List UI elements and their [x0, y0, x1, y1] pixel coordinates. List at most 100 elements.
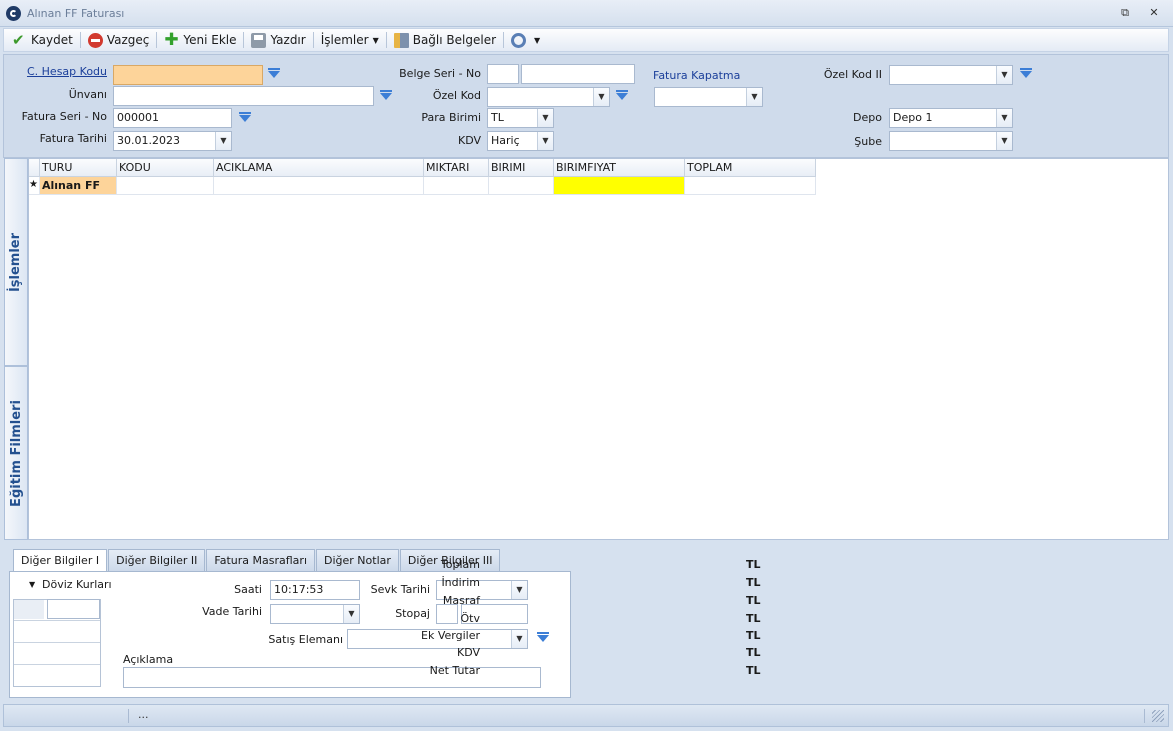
column-header[interactable]: TOPLAM	[685, 159, 816, 177]
stoppage-label: Stopaj	[395, 607, 430, 620]
invoice-closing-field[interactable]: ▼	[654, 87, 763, 107]
filter-icon[interactable]	[616, 90, 628, 100]
filter-icon[interactable]	[1020, 68, 1032, 78]
invoice-closing-link[interactable]: Fatura Kapatma	[653, 69, 740, 82]
invoice-serial-field[interactable]: 000001	[113, 108, 232, 128]
doc-serial-field[interactable]	[487, 64, 519, 84]
resize-grip-icon[interactable]	[1152, 710, 1164, 722]
print-button[interactable]: Yazdır	[247, 30, 309, 50]
collapse-arrow-icon[interactable]: ▼	[29, 580, 35, 589]
tab-invoice-expenses[interactable]: Fatura Masrafları	[206, 549, 315, 572]
tab-operations[interactable]: İşlemler	[4, 158, 28, 366]
branch-label: Şube	[854, 135, 882, 148]
currency-value: TL	[491, 111, 504, 124]
description-cell[interactable]	[214, 177, 424, 194]
caret-down-icon: ▼	[534, 35, 541, 45]
exchange-rates-grid[interactable]	[13, 599, 101, 687]
plus-icon: ✚	[164, 29, 179, 50]
column-header[interactable]: BIRIMI	[489, 159, 554, 177]
quantity-cell[interactable]	[424, 177, 489, 194]
doc-number-field[interactable]	[521, 64, 635, 84]
close-icon[interactable]: ✕	[1147, 6, 1161, 20]
otv-unit: TL	[746, 612, 761, 625]
invoice-lines-grid[interactable]: TURU KODU ACIKLAMA MIKTARI BIRIMI BIRIMF…	[28, 158, 1169, 540]
chevron-down-icon[interactable]: ▼	[996, 66, 1012, 84]
status-text: ...	[138, 708, 149, 721]
special-code-field[interactable]: ▼	[487, 87, 610, 107]
side-tabs: İşlemler Eğitim Filmleri	[3, 158, 28, 540]
invoice-date-field[interactable]: 30.01.2023 ▼	[113, 131, 232, 151]
vat-value: Hariç	[491, 134, 520, 147]
status-separator	[1144, 709, 1145, 723]
unit-cell[interactable]	[489, 177, 554, 194]
code-cell[interactable]	[117, 177, 214, 194]
status-bar: ...	[3, 704, 1169, 727]
chevron-down-icon[interactable]: ▼	[996, 132, 1012, 150]
column-header[interactable]: ACIKLAMA	[214, 159, 424, 177]
warehouse-value: Depo 1	[893, 111, 933, 124]
title-field[interactable]	[113, 86, 374, 106]
column-header[interactable]: BIRIMFIYAT	[554, 159, 685, 177]
branch-field[interactable]: ▼	[889, 131, 1013, 151]
description-label: Açıklama	[123, 653, 174, 666]
type-cell[interactable]: Alınan FF	[40, 177, 117, 194]
net-total-label: Net Tutar	[429, 664, 480, 677]
chevron-down-icon[interactable]: ▼	[537, 109, 553, 127]
column-header[interactable]: KODU	[117, 159, 214, 177]
exchange-rate-input[interactable]	[47, 599, 100, 619]
tab-other-info-2[interactable]: Diğer Bilgiler II	[108, 549, 206, 572]
tab-other-notes[interactable]: Diğer Notlar	[316, 549, 399, 572]
chevron-down-icon[interactable]: ▼	[537, 132, 553, 150]
vat-field[interactable]: Hariç ▼	[487, 131, 554, 151]
currency-field[interactable]: TL ▼	[487, 108, 554, 128]
column-header[interactable]: MIKTARI	[424, 159, 489, 177]
filter-icon[interactable]	[239, 112, 251, 122]
account-code-link[interactable]: C. Hesap Kodu	[27, 65, 107, 78]
table-row[interactable]: ★ Alınan FF	[29, 177, 816, 195]
cancel-button[interactable]: Vazgeç	[84, 30, 154, 50]
exchange-rates-label[interactable]: Döviz Kurları	[42, 578, 112, 591]
toolbar-separator	[385, 32, 387, 48]
new-label: Yeni Ekle	[183, 33, 237, 47]
restore-icon[interactable]: ⧉	[1118, 6, 1132, 20]
title-bar: Alınan FF Faturası ⧉ ✕	[0, 0, 1173, 27]
chevron-down-icon[interactable]: ▼	[746, 88, 762, 106]
options-menu[interactable]: ▼	[507, 30, 544, 50]
column-header[interactable]: TURU	[40, 159, 117, 177]
invoice-header-panel: C. Hesap Kodu Ünvanı Fatura Seri - No 00…	[3, 54, 1169, 158]
total-cell[interactable]	[685, 177, 816, 194]
window-title: Alınan FF Faturası	[27, 6, 125, 20]
grid-line	[14, 664, 100, 665]
time-field[interactable]: 10:17:53	[270, 580, 360, 600]
operations-menu[interactable]: İşlemler ▼	[317, 30, 383, 50]
chevron-down-icon[interactable]: ▼	[215, 132, 231, 150]
warehouse-field[interactable]: Depo 1 ▼	[889, 108, 1013, 128]
linked-docs-button[interactable]: Bağlı Belgeler	[390, 30, 500, 50]
chevron-down-icon[interactable]: ▼	[343, 605, 359, 623]
account-code-field[interactable]	[113, 65, 263, 85]
new-button[interactable]: ✚ Yeni Ekle	[160, 30, 240, 50]
otv-label: Ötv	[460, 612, 480, 625]
filter-icon[interactable]	[537, 632, 549, 642]
save-button[interactable]: ✔ Kaydet	[8, 30, 77, 50]
special-code-label: Özel Kod	[432, 89, 481, 102]
stoppage-rate-field[interactable]	[436, 604, 458, 624]
operations-label: İşlemler	[320, 33, 369, 47]
due-date-field[interactable]: ▼	[270, 604, 360, 624]
chevron-down-icon[interactable]: ▼	[511, 581, 527, 599]
cancel-label: Vazgeç	[106, 33, 150, 47]
filter-icon[interactable]	[268, 68, 280, 78]
chevron-down-icon[interactable]: ▼	[511, 630, 527, 648]
chevron-down-icon[interactable]: ▼	[593, 88, 609, 106]
special-code2-field[interactable]: ▼	[889, 65, 1013, 85]
gear-icon	[511, 32, 527, 48]
tab-other-info-1[interactable]: Diğer Bilgiler I	[13, 549, 108, 573]
toolbar-separator	[503, 32, 505, 48]
chevron-down-icon[interactable]: ▼	[996, 109, 1012, 127]
unit-price-cell[interactable]	[554, 177, 685, 194]
row-indicator-header	[29, 159, 40, 177]
filter-icon[interactable]	[380, 90, 392, 100]
expense-unit: TL	[746, 594, 761, 607]
tab-training-videos[interactable]: Eğitim Filmleri	[4, 366, 28, 540]
print-label: Yazdır	[270, 33, 306, 47]
